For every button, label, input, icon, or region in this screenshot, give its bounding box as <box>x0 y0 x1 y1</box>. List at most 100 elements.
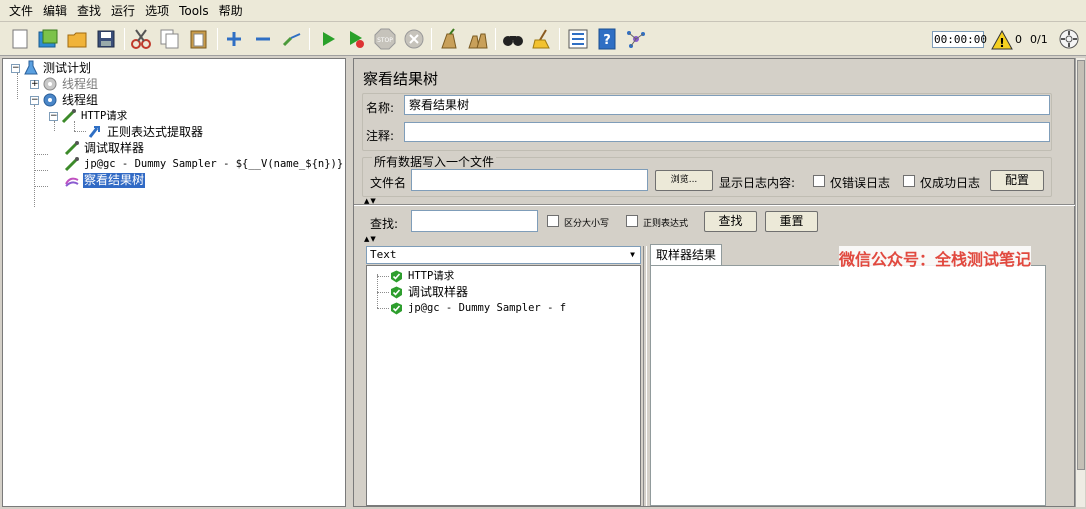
svg-text:?: ? <box>603 33 611 48</box>
tree-node-label: 察看结果树 <box>83 172 146 188</box>
result-label: jp@gc - Dummy Sampler - f <box>408 301 567 314</box>
paste-icon[interactable] <box>187 27 211 51</box>
menu-edit[interactable]: 编辑 <box>38 2 72 19</box>
case-sensitive-checkbox[interactable] <box>547 215 559 227</box>
collapse-minus-icon[interactable] <box>251 27 275 51</box>
split-arrows-icon[interactable]: ▲▼ <box>364 236 377 243</box>
tree-node-label: jp@gc - Dummy Sampler - ${__V(name_${n})… <box>84 157 344 170</box>
scrollbar-thumb[interactable] <box>1077 60 1085 470</box>
thread-group-gear-icon <box>42 76 58 92</box>
collapse-toggle[interactable]: − <box>49 111 58 121</box>
collapse-toggle[interactable]: − <box>11 63 20 73</box>
reset-search-broom-icon[interactable] <box>530 27 554 51</box>
expand-plus-icon[interactable] <box>222 27 246 51</box>
tree-node-debug-sampler[interactable]: 调试取样器 <box>64 140 145 156</box>
menu-file[interactable]: 文件 <box>4 2 38 19</box>
warning-icon[interactable]: ! <box>990 28 1014 52</box>
menu-search[interactable]: 查找 <box>72 2 106 19</box>
open-folder-icon[interactable] <box>65 27 89 51</box>
browse-button[interactable]: 浏览... <box>655 170 713 191</box>
remote-icon[interactable] <box>624 27 648 51</box>
result-label: 调试取样器 <box>408 284 469 299</box>
remote-status-icon[interactable] <box>1057 27 1081 51</box>
success-only-checkbox[interactable] <box>903 175 915 187</box>
function-helper-icon[interactable] <box>566 27 590 51</box>
start-icon[interactable] <box>316 27 340 51</box>
clear-all-icon[interactable] <box>466 27 490 51</box>
success-only-label: 仅成功日志 <box>920 176 981 190</box>
menu-tools[interactable]: Tools <box>174 4 214 18</box>
tree-node-http-request[interactable]: − HTTP请求 <box>49 108 128 124</box>
search-button[interactable]: 查找 <box>704 211 757 232</box>
menu-run[interactable]: 运行 <box>106 2 140 19</box>
errors-only-checkbox[interactable] <box>813 175 825 187</box>
page-title: 察看结果树 <box>363 70 439 88</box>
comment-field[interactable] <box>404 122 1050 142</box>
thread-group-gear-icon <box>42 92 58 108</box>
sample-results-tree[interactable]: HTTP请求 调试取样器 jp@gc - Dummy Sampler - f <box>366 265 641 506</box>
search-label: 查找: <box>370 217 399 231</box>
stop-icon[interactable]: STOP <box>373 27 397 51</box>
regex-label: 正则表达式 <box>643 219 689 229</box>
sampler-pipette-icon <box>64 140 80 156</box>
results-split-divider[interactable] <box>643 246 647 506</box>
search-input[interactable] <box>411 210 538 232</box>
test-plan-icon <box>23 60 39 76</box>
success-check-icon <box>391 270 402 282</box>
shutdown-icon[interactable] <box>402 27 426 51</box>
renderer-select[interactable]: Text ▼ <box>366 246 641 264</box>
help-icon[interactable]: ? <box>595 27 619 51</box>
success-check-icon <box>391 286 402 298</box>
tree-node-test-plan[interactable]: − 测试计划 <box>11 60 92 76</box>
start-no-pauses-icon[interactable] <box>344 27 368 51</box>
cut-icon[interactable] <box>129 27 153 51</box>
result-label: HTTP请求 <box>408 269 455 282</box>
tree-node-regex-extractor[interactable]: 正则表达式提取器 <box>87 124 204 140</box>
filename-field[interactable] <box>411 169 648 191</box>
name-label: 名称: <box>366 101 395 115</box>
save-icon[interactable] <box>94 27 118 51</box>
tree-node-thread-group-disabled[interactable]: + 线程组 <box>30 76 99 92</box>
right-panel-scrollbar[interactable] <box>1075 58 1085 507</box>
result-item[interactable]: HTTP请求 <box>390 268 454 284</box>
tree-node-view-results-tree[interactable]: 察看结果树 <box>64 172 146 188</box>
expand-toggle[interactable]: + <box>30 79 39 89</box>
sampler-pipette-icon <box>64 156 80 172</box>
regex-checkbox[interactable] <box>626 215 638 227</box>
errors-only-label: 仅错误日志 <box>830 176 891 190</box>
elapsed-timer: 00:00:00 <box>932 31 987 48</box>
reset-button[interactable]: 重置 <box>765 211 818 232</box>
error-count: 0 <box>1015 33 1022 46</box>
copy-icon[interactable] <box>158 27 182 51</box>
tree-node-label: 线程组 <box>62 92 99 107</box>
tree-node-label: 正则表达式提取器 <box>107 124 204 139</box>
tree-node-dummy-sampler[interactable]: jp@gc - Dummy Sampler - ${__V(name_${n})… <box>64 156 344 172</box>
search-binoculars-icon[interactable] <box>501 27 525 51</box>
tree-node-thread-group[interactable]: − 线程组 <box>30 92 99 108</box>
post-processor-arrow-icon <box>87 124 103 140</box>
sampler-result-body <box>650 265 1046 506</box>
result-item[interactable]: jp@gc - Dummy Sampler - f <box>390 300 566 316</box>
menubar: 文件 编辑 查找 运行 选项 Tools 帮助 <box>0 0 1086 22</box>
tree-node-label: 测试计划 <box>43 60 92 75</box>
result-item[interactable]: 调试取样器 <box>390 284 468 300</box>
tab-sampler-result[interactable]: 取样器结果 <box>650 244 723 266</box>
watermark-text: 微信公众号：全栈测试笔记 <box>839 246 1032 270</box>
collapse-toggle[interactable]: − <box>30 95 39 105</box>
name-field[interactable]: 察看结果树 <box>404 95 1050 115</box>
tree-node-label: 调试取样器 <box>84 140 145 155</box>
menu-help[interactable]: 帮助 <box>214 2 248 19</box>
sampler-pipette-icon <box>61 108 77 124</box>
templates-icon[interactable] <box>36 27 60 51</box>
test-plan-tree[interactable]: − 测试计划 + 线程组 − 线程组 − HTTP请求 正则表达式提取器 调试取… <box>2 58 346 507</box>
clear-icon[interactable] <box>437 27 461 51</box>
toggle-icon[interactable] <box>280 27 304 51</box>
file-group-title: 所有数据写入一个文件 <box>372 153 497 170</box>
view-results-tree-panel: 察看结果树 名称: 察看结果树 注释: 所有数据写入一个文件 文件名 浏览...… <box>353 58 1076 507</box>
menu-options[interactable]: 选项 <box>140 2 174 19</box>
listener-icon <box>64 172 80 188</box>
success-check-icon <box>391 302 402 314</box>
new-document-icon[interactable] <box>8 27 32 51</box>
chevron-down-icon[interactable]: ▼ <box>625 247 640 263</box>
configure-button[interactable]: 配置 <box>990 170 1044 191</box>
